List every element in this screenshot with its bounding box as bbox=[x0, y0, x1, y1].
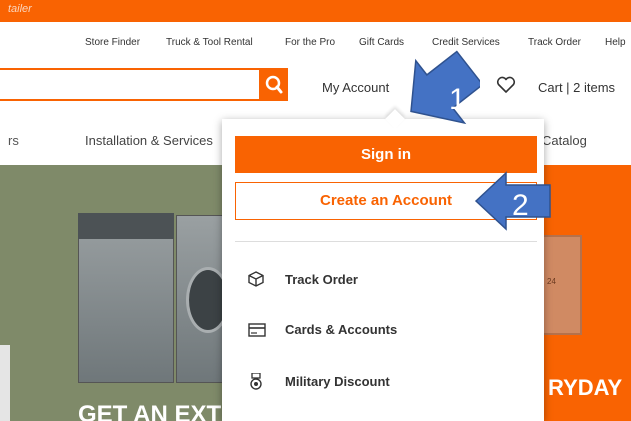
washer-control-panel bbox=[78, 213, 174, 239]
package-icon bbox=[248, 271, 264, 287]
util-link-truck-tool-rental[interactable]: Truck & Tool Rental bbox=[166, 37, 253, 48]
top-banner: tailer bbox=[0, 0, 631, 22]
hero-left-text: GET AN EXT bbox=[78, 401, 222, 421]
heart-icon[interactable] bbox=[496, 76, 516, 94]
util-link-store-finder[interactable]: Store Finder bbox=[85, 37, 140, 48]
util-link-for-the-pro[interactable]: For the Pro bbox=[285, 37, 335, 48]
sign-in-button[interactable]: Sign in bbox=[235, 136, 537, 173]
hero-plate-image: 24 bbox=[540, 235, 582, 335]
dropdown-item-label: Track Order bbox=[285, 272, 358, 287]
annotation-label-1: 1 bbox=[449, 83, 466, 116]
search-button[interactable] bbox=[260, 68, 288, 101]
util-link-gift-cards[interactable]: Gift Cards bbox=[359, 37, 404, 48]
dropdown-divider bbox=[235, 241, 537, 242]
dropdown-item-label: Military Discount bbox=[285, 374, 390, 389]
hero-plate-text: 24 bbox=[547, 277, 556, 286]
nav-item-partial[interactable]: rs bbox=[8, 133, 19, 148]
annotation-arrow-2: 2 bbox=[474, 171, 551, 231]
dropdown-item-label: Cards & Accounts bbox=[285, 322, 398, 337]
medal-icon bbox=[250, 373, 262, 390]
search-icon bbox=[265, 75, 283, 94]
search-input[interactable] bbox=[0, 68, 261, 101]
hero-right-text: RYDAY bbox=[548, 375, 623, 400]
credit-card-icon bbox=[248, 323, 266, 337]
annotation-arrow-1: 1 bbox=[410, 50, 480, 125]
util-link-help[interactable]: Help bbox=[605, 37, 626, 48]
nav-item-installation-services[interactable]: Installation & Services bbox=[85, 133, 213, 148]
util-link-credit-services[interactable]: Credit Services bbox=[432, 37, 500, 48]
util-link-track-order[interactable]: Track Order bbox=[528, 37, 581, 48]
hero-left-edge bbox=[0, 345, 10, 421]
my-account-link[interactable]: My Account bbox=[322, 80, 389, 95]
cart-link[interactable]: Cart | 2 items bbox=[538, 80, 615, 95]
top-banner-text: tailer bbox=[8, 3, 32, 15]
annotation-label-2: 2 bbox=[512, 189, 529, 222]
nav-item-catalog[interactable]: Catalog bbox=[542, 133, 587, 148]
